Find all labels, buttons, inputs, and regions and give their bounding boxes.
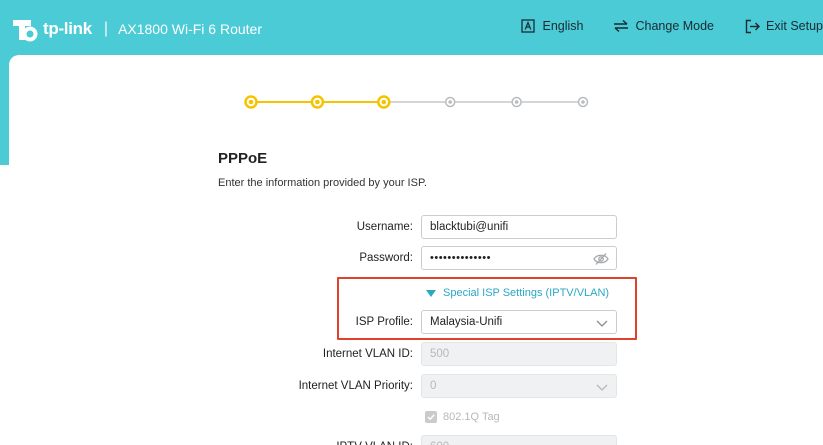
section-title: PPPoE	[218, 150, 268, 167]
exit-icon	[744, 18, 760, 34]
username-label: Username:	[356, 221, 413, 233]
header-actions: English Change Mode Exit Setup	[490, 18, 823, 34]
brand-separator: |	[103, 20, 109, 37]
checkbox-checked-icon[interactable]	[425, 411, 437, 423]
internet-vlan-id-input[interactable]: 500	[421, 342, 617, 366]
password-label: Password:	[359, 252, 413, 264]
chevron-down-icon	[595, 380, 609, 394]
internet-vlan-priority-label: Internet VLAN Priority:	[298, 380, 413, 392]
internet-vlan-id-label: Internet VLAN ID:	[322, 348, 413, 360]
highlight-box	[337, 277, 637, 340]
tag-checkbox-row[interactable]: 802.1Q Tag	[425, 410, 500, 424]
tag-label: 802.1Q Tag	[443, 411, 500, 423]
internet-vlan-id-row: Internet VLAN ID: 500	[0, 342, 823, 366]
iptv-vlan-id-row: IPTV VLAN ID: 600	[0, 435, 823, 445]
username-input[interactable]: blacktubi@unifi	[421, 215, 617, 239]
change-mode-button[interactable]: Change Mode	[613, 18, 714, 34]
language-button[interactable]: English	[520, 18, 583, 34]
logo-text: tp-link	[43, 19, 92, 38]
wizard-step-6	[577, 96, 589, 108]
wizard-step-2	[310, 95, 325, 109]
language-icon	[520, 18, 536, 34]
exit-setup-button[interactable]: Exit Setup	[744, 18, 823, 34]
username-row: Username: blacktubi@unifi	[0, 215, 823, 239]
iptv-vlan-id-value: 600	[430, 441, 449, 445]
internet-vlan-priority-row: Internet VLAN Priority: 0	[0, 374, 823, 398]
eye-slash-icon[interactable]	[593, 252, 609, 266]
password-input[interactable]: ••••••••••••••	[421, 246, 617, 270]
wizard-step-1	[244, 95, 258, 109]
wizard-step-3	[377, 95, 391, 109]
brand: tp-link | AX1800 Wi-Fi 6 Router	[9, 14, 262, 44]
username-value: blacktubi@unifi	[430, 221, 509, 233]
internet-vlan-id-value: 500	[430, 348, 450, 360]
tp-link-logo-icon	[9, 14, 39, 44]
exit-setup-label: Exit Setup	[766, 19, 823, 33]
wizard-step-5	[511, 96, 522, 108]
change-mode-label: Change Mode	[635, 19, 715, 33]
iptv-vlan-id-input[interactable]: 600	[421, 435, 617, 445]
router-model: AX1800 Wi-Fi 6 Router	[118, 21, 263, 37]
internet-vlan-priority-select[interactable]: 0	[421, 374, 617, 398]
section-description: Enter the information provided by your I…	[218, 177, 427, 189]
iptv-vlan-id-label: IPTV VLAN ID:	[336, 435, 413, 445]
change-mode-icon	[613, 18, 629, 34]
password-row: Password: ••••••••••••••	[0, 246, 823, 270]
wizard-step-4	[444, 96, 456, 108]
internet-vlan-priority-value: 0	[430, 380, 437, 392]
language-label: English	[542, 19, 584, 33]
password-value: ••••••••••••••	[430, 252, 491, 264]
